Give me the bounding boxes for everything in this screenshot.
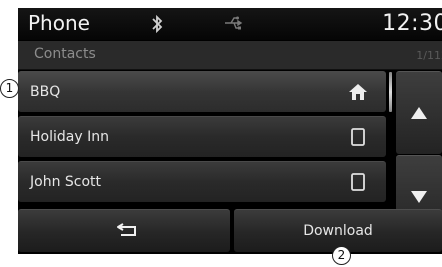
contact-row-john-scott[interactable]: John Scott — [18, 161, 386, 202]
phone-contacts-screen: Phone 12:30 Contacts 1/112 BBQ Holiday I… — [18, 8, 442, 254]
callout-marker-1: 1 — [0, 79, 19, 98]
clock: 12:30 — [382, 11, 442, 36]
contact-row-holiday-inn[interactable]: Holiday Inn — [18, 116, 386, 157]
mobile-phone-icon — [351, 173, 365, 191]
back-arrow-icon — [117, 223, 136, 236]
selection-indicator — [389, 72, 392, 112]
callout-marker-2: 2 — [332, 246, 351, 265]
contacts-header: Contacts 1/112 — [18, 41, 442, 70]
usb-icon — [225, 16, 243, 30]
contact-list: BBQ Holiday Inn John Scott — [18, 71, 388, 206]
download-label: Download — [303, 223, 373, 239]
home-icon — [349, 84, 367, 100]
contact-name: John Scott — [30, 174, 102, 190]
scroll-up-button[interactable] — [396, 71, 442, 154]
app-title: Phone — [28, 11, 90, 35]
bluetooth-icon — [152, 14, 163, 34]
contact-row-bbq[interactable]: BBQ — [18, 71, 386, 112]
back-button[interactable] — [18, 209, 230, 252]
contact-name: Holiday Inn — [30, 129, 109, 145]
bottom-bar: Download — [18, 209, 442, 254]
mobile-phone-icon — [351, 128, 365, 146]
status-bar: Phone 12:30 — [18, 8, 442, 40]
contact-name: BBQ — [30, 84, 61, 100]
list-count: 1/112 — [416, 49, 442, 62]
list-title: Contacts — [34, 46, 96, 62]
triangle-down-icon — [411, 191, 427, 203]
triangle-up-icon — [411, 107, 427, 119]
